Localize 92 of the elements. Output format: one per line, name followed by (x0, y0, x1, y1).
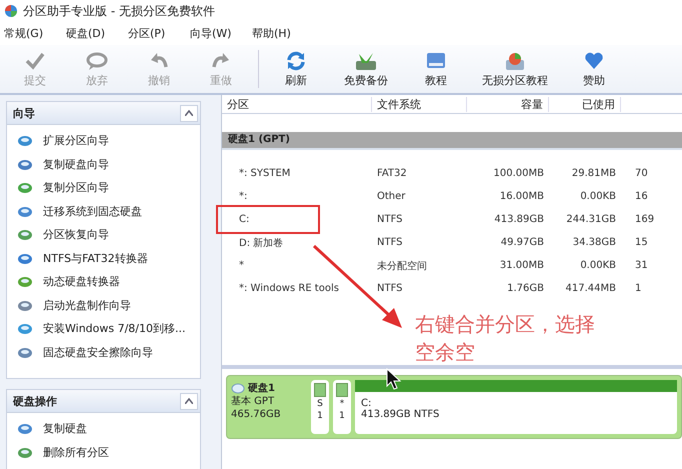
table-cell-text: 29.81MB (570, 168, 617, 179)
table-cell-text: 1.76GB (506, 283, 545, 294)
table-cell-text: 0.00KB (579, 260, 617, 271)
wizard-item[interactable]: 复制硬盘向导 (17, 152, 200, 176)
menu-item[interactable]: 常规(G) (4, 26, 66, 41)
table-cell-text: 169 (634, 214, 656, 225)
menu-item[interactable]: 分区(P) (128, 26, 190, 41)
table-cell-text: C: (238, 214, 250, 225)
window-title: 分区助手专业版 - 无损分区免费软件 (23, 2, 215, 20)
disk-icon (17, 134, 33, 148)
wizard-item[interactable]: 安装Windows 7/8/10到移... (17, 317, 200, 340)
partition-block[interactable]: * 1 (333, 380, 351, 434)
discard-icon (85, 50, 109, 70)
book-icon (424, 50, 448, 70)
menu-item[interactable]: 帮助(H) (252, 26, 314, 41)
chevron-icon (185, 398, 193, 404)
disk-icon (17, 275, 33, 288)
table-cell-text: 15 (634, 237, 649, 248)
table-cell-text: NTFS (376, 237, 404, 248)
annotation-text: 右键合并分区，选择 空余空 (415, 311, 595, 366)
disk-icon (17, 446, 33, 459)
wizard-item[interactable]: 复制分区向导 (17, 176, 200, 200)
column-header[interactable]: 分区 (222, 96, 372, 112)
table-cell-text: 1 (634, 283, 642, 294)
wizard-item[interactable]: 固态硬盘安全擦除向导 (17, 340, 200, 364)
column-header[interactable]: 已使用 (549, 96, 621, 112)
table-cell-text: 70 (634, 168, 649, 179)
partition-block[interactable]: C: 413.89GB NTFS (355, 380, 677, 434)
table-cell-text: * (238, 260, 245, 271)
table-cell-text: *: (238, 191, 248, 202)
table-cell-text: 34.38GB (572, 237, 617, 248)
table-cell-text: NTFS (376, 283, 404, 294)
table-cell-text: 未分配空间 (376, 260, 428, 272)
table-cell-text: NTFS (376, 214, 404, 225)
menu-item[interactable]: 向导(W) (190, 26, 252, 41)
toolbar-button[interactable]: 赞助 (563, 47, 625, 91)
wizard-item[interactable]: 删除所有分区 (17, 440, 200, 464)
wizard-item[interactable]: 分区恢复向导 (17, 223, 200, 246)
panel-title: 向导 (13, 106, 35, 120)
disk-name: 硬盘1 (248, 382, 275, 395)
disk-icon (503, 50, 527, 70)
disk-icon (231, 383, 245, 394)
disk-size: 465.76GB (231, 408, 282, 421)
table-cell-text: 0.00KB (579, 191, 617, 202)
table-cell-text: 16 (634, 191, 649, 202)
toolbar-button[interactable]: 免费备份 (327, 47, 405, 91)
table-cell-text: FAT32 (376, 168, 408, 179)
wizard-item[interactable]: 动态硬盘转换器 (17, 270, 200, 294)
table-cell-text: 49.97GB (500, 237, 545, 248)
table-cell-text: 100.00MB (492, 168, 545, 179)
disk-icon (17, 158, 33, 171)
collapse-button[interactable] (180, 104, 198, 122)
collapse-button[interactable] (180, 392, 198, 410)
table-cell-text: *: Windows RE tools (238, 283, 340, 294)
disk-icon (17, 228, 33, 242)
app-icon (3, 4, 19, 18)
wizard-item[interactable]: 扩展分区向导 (17, 129, 200, 152)
chevron-icon (185, 110, 193, 116)
wizard-item[interactable]: 迁移系统到固态硬盘 (17, 200, 200, 223)
disk-icon (17, 422, 33, 436)
table-cell-text: 31.00MB (498, 260, 545, 271)
heart-icon (583, 50, 605, 70)
menu-item[interactable]: 硬盘(D) (66, 26, 128, 41)
refresh-icon (285, 50, 307, 70)
panel-title: 硬盘操作 (13, 394, 57, 408)
disk-icon (17, 322, 33, 336)
table-cell-text: 31 (634, 260, 649, 271)
disk-icon (17, 204, 33, 218)
toolbar-button[interactable]: 教程 (405, 47, 467, 91)
table-cell-text: *: SYSTEM (238, 168, 292, 179)
table-cell-text: 16.00MB (498, 191, 545, 202)
table-cell-text: 413.89GB (493, 214, 545, 225)
disk-icon (17, 298, 33, 312)
table-cell-text: 244.31GB (565, 214, 617, 225)
table-cell-text: 417.44MB (564, 283, 617, 294)
disk-group-header: 硬盘1 (GPT) (222, 132, 682, 150)
column-header[interactable]: 容量 (467, 96, 549, 112)
disk-icon (17, 346, 33, 359)
cursor-icon (386, 368, 402, 390)
column-header[interactable]: 文件系统 (372, 96, 467, 112)
toolbar-button[interactable]: 刷新 (265, 47, 327, 91)
disk-type: 基本 GPT (231, 395, 276, 408)
disk-icon (17, 181, 33, 194)
toolbar-button[interactable]: 无损分区教程 (467, 47, 563, 91)
wizard-item[interactable]: NTFS与FAT32转换器 (17, 246, 200, 270)
check-icon (24, 50, 46, 70)
table-cell-text: Other (376, 191, 406, 202)
wizard-item[interactable]: 复制硬盘 (17, 417, 200, 440)
wizard-item[interactable]: 启动光盘制作向导 (17, 294, 200, 317)
disk-icon (17, 252, 33, 265)
partition-block[interactable]: S 1 (311, 380, 329, 434)
table-cell-text: D: 新加卷 (238, 236, 284, 250)
